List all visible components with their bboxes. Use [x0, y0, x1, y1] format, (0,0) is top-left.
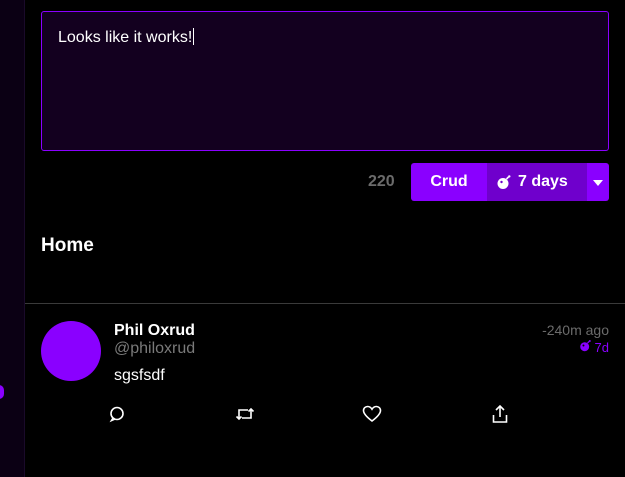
post-body: sgsfsdf — [114, 367, 165, 384]
submit-button-group: Crud 7 days — [411, 163, 609, 201]
post-expiry-label: 7d — [594, 339, 609, 355]
expiry-selector-button[interactable]: 7 days — [487, 163, 587, 201]
heart-icon — [362, 405, 382, 428]
like-button[interactable] — [360, 404, 384, 428]
comment-icon — [108, 405, 126, 428]
left-sidebar — [0, 0, 25, 477]
author-handle[interactable]: @philoxrud — [114, 340, 195, 358]
compose-text: Looks like it works! — [58, 29, 193, 46]
app: Looks like it works! 220 Crud 7 days Hom… — [0, 0, 625, 477]
reply-button[interactable] — [105, 404, 129, 428]
caret-down-icon — [593, 173, 603, 191]
text-cursor — [193, 28, 195, 45]
crud-submit-button[interactable]: Crud — [411, 163, 487, 201]
post-actions — [25, 404, 625, 428]
share-button[interactable] — [488, 404, 512, 428]
expiry-dropdown-toggle[interactable] — [587, 163, 609, 201]
sidebar-indicator[interactable] — [0, 385, 4, 399]
compose-textarea[interactable]: Looks like it works! — [41, 11, 609, 151]
bomb-icon — [496, 174, 512, 190]
expiry-label: 7 days — [518, 173, 568, 190]
page-title: Home — [41, 235, 94, 256]
share-icon — [491, 404, 509, 429]
author-name[interactable]: Phil Oxrud — [114, 322, 195, 340]
character-counter: 220 — [368, 173, 395, 190]
bomb-icon — [579, 339, 592, 355]
post-expiry-badge: 7d — [579, 339, 609, 355]
post-timestamp: -240m ago — [542, 322, 609, 338]
retweet-icon — [235, 405, 255, 428]
post-item[interactable]: Phil Oxrud @philoxrud -240m ago 7d sgsfs… — [25, 304, 625, 477]
repost-button[interactable] — [233, 404, 257, 428]
avatar[interactable] — [41, 321, 101, 381]
